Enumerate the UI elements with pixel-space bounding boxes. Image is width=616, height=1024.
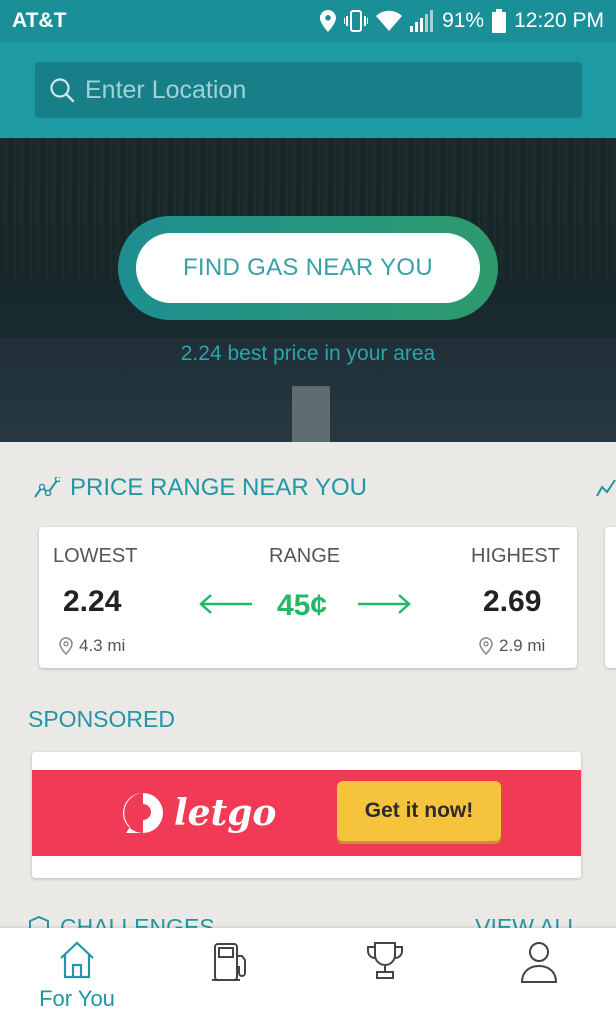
range-label: RANGE [269, 545, 341, 567]
lowest-label: LOWEST [53, 545, 138, 567]
price-range-title: PRICE RANGE NEAR YOU [34, 474, 367, 502]
next-card-peek[interactable] [605, 527, 616, 668]
get-it-now-button[interactable]: Get it now! [337, 781, 501, 841]
bottom-nav: For You [0, 928, 616, 1024]
letgo-logo: letgo [120, 790, 276, 836]
search-box[interactable] [35, 62, 582, 118]
battery-percent: 91% [442, 9, 485, 32]
pin-icon [479, 637, 493, 655]
wifi-icon [376, 10, 403, 31]
lowest-distance: 4.3 mi [59, 636, 125, 656]
nav-item-for-you[interactable]: For You [0, 928, 154, 1024]
nav-item-profile[interactable] [462, 928, 616, 1024]
find-gas-ring: FIND GAS NEAR YOU [118, 216, 498, 320]
price-range-card[interactable]: LOWEST 2.24 4.3 mi RANGE 45¢ HIGHEST 2.6… [39, 527, 577, 668]
trend-icon [34, 477, 60, 498]
location-search-input[interactable] [85, 75, 582, 105]
trend-icon-next [596, 479, 616, 497]
highest-price: 2.69 [483, 585, 542, 618]
highest-label: HIGHEST [471, 545, 560, 567]
arrow-right-icon [358, 594, 411, 614]
nav-label-for-you: For You [39, 986, 115, 1011]
location-icon [320, 10, 337, 32]
clock: 12:20 PM [514, 9, 604, 32]
arrow-left-icon [199, 594, 252, 614]
highest-distance: 2.9 mi [479, 636, 545, 656]
lowest-price: 2.24 [63, 585, 122, 618]
home-icon [60, 941, 94, 979]
search-icon [50, 78, 75, 103]
gas-pump-icon [212, 943, 246, 981]
letgo-brand: letgo [174, 792, 277, 834]
profile-icon [520, 942, 558, 983]
status-bar: AT&T 91% 12:20 PM [0, 0, 616, 42]
sponsored-title: SPONSORED [28, 706, 175, 732]
pin-icon [59, 637, 73, 655]
vibrate-icon [344, 10, 369, 32]
nav-item-stations[interactable] [154, 928, 308, 1024]
battery-icon [492, 9, 507, 33]
range-value: 45¢ [277, 589, 328, 622]
ad-banner[interactable]: letgo Get it now! [32, 770, 581, 856]
search-header [0, 42, 616, 138]
best-price-text: 2.24 best price in your area [180, 342, 436, 365]
find-gas-button[interactable]: FIND GAS NEAR YOU [136, 233, 480, 303]
sponsored-ad-card[interactable]: letgo Get it now! [32, 752, 581, 878]
carrier-label: AT&T [12, 9, 67, 32]
letgo-logo-icon [123, 793, 163, 833]
nav-item-challenges[interactable] [308, 928, 462, 1024]
trophy-icon [367, 942, 403, 979]
section-title-text: PRICE RANGE NEAR YOU [70, 474, 367, 501]
signal-icon [410, 10, 434, 32]
